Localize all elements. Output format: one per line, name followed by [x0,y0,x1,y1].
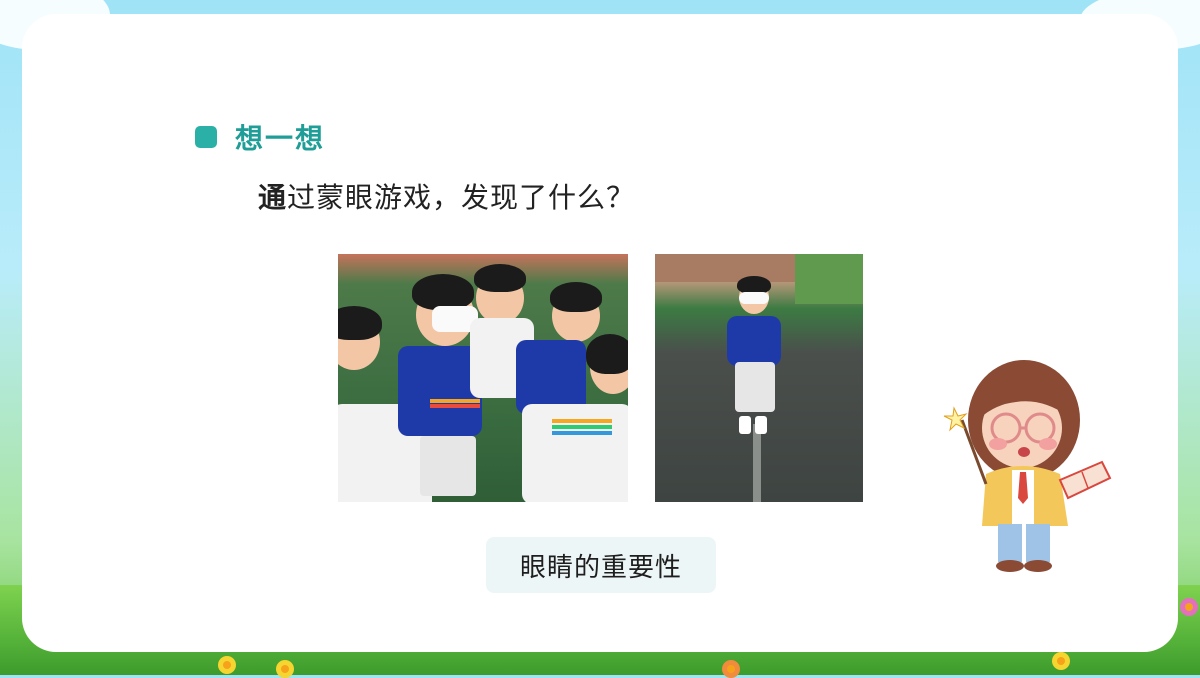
teacher-illustration [943,360,1112,572]
section-heading: 想一想 [195,118,325,156]
bullet-square-icon [195,126,217,148]
question-first-char: 通 [258,181,288,214]
flower-decoration [1052,652,1070,670]
photo-child-standing [655,254,863,502]
heading-text: 想一想 [235,122,326,155]
flower-decoration [722,660,740,678]
answer-label: 眼睛的重要性 [486,537,716,593]
question-rest: 过蒙眼游戏，发现了什么？ [287,181,636,214]
question-text: 通过蒙眼游戏，发现了什么？ [258,176,635,220]
flower-decoration [218,656,236,674]
flower-decoration [276,660,294,678]
photo-children-group [338,254,628,502]
flower-decoration [1180,598,1198,616]
